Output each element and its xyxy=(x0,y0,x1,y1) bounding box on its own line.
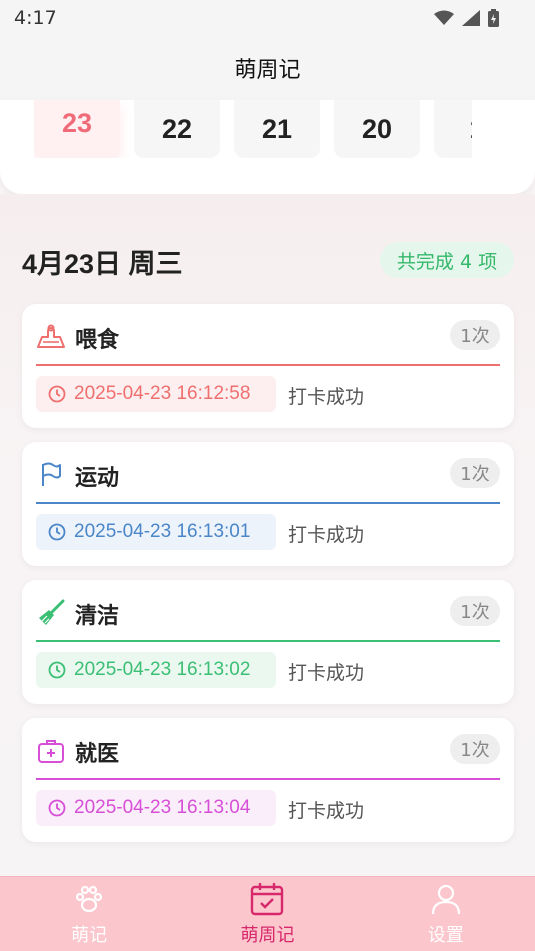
nav-item-settings[interactable]: 设置 xyxy=(386,877,506,951)
signal-icon xyxy=(462,10,480,26)
broom-icon xyxy=(36,598,66,628)
status-icons xyxy=(434,9,499,27)
nav-label: 设置 xyxy=(427,925,464,946)
date-strip[interactable]: 23 22 21 20 1 xyxy=(34,100,472,158)
count-badge: 1次 xyxy=(450,320,500,350)
checkin-status: 打卡成功 xyxy=(288,662,365,684)
feeding-icon xyxy=(36,322,66,352)
wifi-icon xyxy=(434,10,454,25)
record-card-feeding[interactable]: 喂食 1次 2025-04-23 16:12:58 打卡成功 xyxy=(22,304,514,428)
timestamp-text: 2025-04-23 16:13:01 xyxy=(74,521,251,542)
timestamp-pill: 2025-04-23 16:12:58 xyxy=(36,376,276,412)
record-title: 就医 xyxy=(75,742,120,767)
status-bar: 4:17 xyxy=(0,0,535,36)
date-cell-selected[interactable]: 23 xyxy=(34,100,120,158)
page-title: 萌周记 xyxy=(234,58,301,83)
battery-icon xyxy=(488,9,499,27)
bottom-nav: 萌记 萌周记 设置 xyxy=(0,876,535,951)
date-cell[interactable]: 20 xyxy=(334,100,420,158)
timestamp-pill: 2025-04-23 16:13:01 xyxy=(36,514,276,550)
nav-label: 萌周记 xyxy=(240,925,295,946)
count-badge: 1次 xyxy=(450,596,500,626)
app-header: 萌周记 xyxy=(0,36,535,100)
user-icon xyxy=(428,881,464,917)
clock-icon xyxy=(48,523,66,541)
checkin-status: 打卡成功 xyxy=(288,800,365,822)
record-card-exercise[interactable]: 运动 1次 2025-04-23 16:13:01 打卡成功 xyxy=(22,442,514,566)
divider xyxy=(36,778,500,780)
nav-item-mengji[interactable]: 萌记 xyxy=(29,877,149,951)
timestamp-pill: 2025-04-23 16:13:04 xyxy=(36,790,276,826)
divider xyxy=(36,502,500,504)
checkin-status: 打卡成功 xyxy=(288,386,365,408)
count-badge: 1次 xyxy=(450,734,500,764)
timestamp-pill: 2025-04-23 16:13:02 xyxy=(36,652,276,688)
nav-label: 萌记 xyxy=(71,925,108,946)
date-strip-card: 23 22 21 20 1 xyxy=(0,100,535,194)
date-cell[interactable]: 22 xyxy=(134,100,220,158)
divider xyxy=(36,640,500,642)
record-title: 清洁 xyxy=(75,604,120,629)
record-card-medical[interactable]: 就医 1次 2025-04-23 16:13:04 打卡成功 xyxy=(22,718,514,842)
day-title: 4月23日 周三 xyxy=(22,249,183,279)
divider xyxy=(36,364,500,366)
timestamp-text: 2025-04-23 16:13:02 xyxy=(74,659,251,680)
record-card-cleaning[interactable]: 清洁 1次 2025-04-23 16:13:02 打卡成功 xyxy=(22,580,514,704)
completed-count-badge: 共完成 4 项 xyxy=(380,242,514,278)
timestamp-text: 2025-04-23 16:12:58 xyxy=(74,383,251,404)
nav-item-mengzhouji[interactable]: 萌周记 xyxy=(207,877,327,951)
count-badge: 1次 xyxy=(450,458,500,488)
paw-icon xyxy=(71,881,107,917)
record-title: 运动 xyxy=(75,466,120,491)
clock-icon xyxy=(48,799,66,817)
checkin-status: 打卡成功 xyxy=(288,524,365,546)
clock-icon xyxy=(48,661,66,679)
record-title: 喂食 xyxy=(75,328,120,353)
clock-icon xyxy=(48,385,66,403)
date-cell[interactable]: 1 xyxy=(434,100,472,158)
status-time: 4:17 xyxy=(14,7,57,29)
medical-kit-icon xyxy=(36,736,66,766)
timestamp-text: 2025-04-23 16:13:04 xyxy=(74,797,251,818)
calendar-icon xyxy=(249,881,285,917)
flag-icon xyxy=(36,460,66,490)
date-cell[interactable]: 21 xyxy=(234,100,320,158)
